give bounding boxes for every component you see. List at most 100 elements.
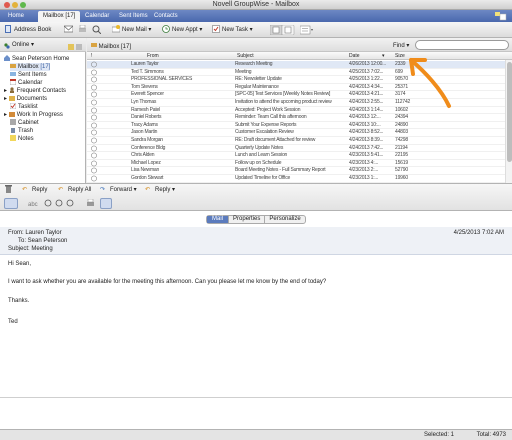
table-row[interactable]: Tracy Adams Submit Your Expense Reports 4/… <box>87 122 505 130</box>
row-size: 24394 <box>395 114 408 121</box>
forward-button[interactable]: ↷ Forward ▾ <box>100 185 137 195</box>
zoom-tools-icon[interactable]: abc <box>28 199 76 209</box>
row-date: 4/24/2013 4:34... <box>349 83 384 90</box>
tab-calendar[interactable]: Calendar <box>80 11 114 22</box>
table-row[interactable]: Jason Martin Customer Escalation Review 4/… <box>87 129 505 137</box>
main-toolbar: Address Book New Mail ▾ New Appt ▾ New T… <box>0 22 512 38</box>
column-header-size[interactable]: Size <box>395 52 405 60</box>
row-size: 74298 <box>395 137 408 143</box>
search-icon[interactable] <box>92 25 102 35</box>
sidebar-item-frequent-contacts[interactable]: ▸ Frequent Contacts <box>4 87 66 95</box>
view-toggle-icon[interactable] <box>269 24 296 36</box>
reply-all-button[interactable]: ↶ Reply All <box>58 185 91 195</box>
sidebar-item-notes[interactable]: Notes <box>10 135 34 143</box>
row-from: Ted T. Simmons <box>131 68 164 75</box>
table-row[interactable]: Daniel Roberts Reminder: Team Call this a… <box>87 114 505 122</box>
row-from: Jason Martin <box>131 129 158 136</box>
row-size: 15619 <box>395 159 408 166</box>
row-from: Tracy Adams <box>131 121 158 128</box>
sort-arrow-icon[interactable]: ▾ <box>382 52 385 60</box>
delete-icon[interactable] <box>4 185 14 195</box>
print-icon[interactable] <box>78 24 87 35</box>
row-date: 4/23/2013 5:41... <box>349 152 384 159</box>
row-from: Ramesh Patel <box>131 106 161 113</box>
online-status[interactable]: Online ▾ <box>0 38 86 52</box>
window-title: Novell GroupWise - Mailbox <box>212 1 300 8</box>
sidebar-item-work-in-progress[interactable]: ▸ Work In Progress <box>4 111 63 119</box>
close-window-button[interactable] <box>4 2 10 8</box>
reply-button[interactable]: ↶ Reply <box>22 185 47 195</box>
find-input[interactable] <box>415 40 509 50</box>
reply-icon: ↶ <box>22 187 28 194</box>
mail-icon[interactable] <box>63 25 74 35</box>
table-row[interactable]: Michael Lopez Follow up on Schedule 4/23/2… <box>87 160 505 168</box>
column-header-status[interactable]: ! <box>91 52 92 60</box>
row-date: 4/24/2013 8:39... <box>349 137 384 143</box>
minimize-window-button[interactable] <box>12 2 18 8</box>
row-size: 44803 <box>395 129 408 136</box>
tab-menu-icon[interactable] <box>494 11 508 21</box>
tab-mailbox[interactable]: Mailbox [17] <box>38 11 81 22</box>
column-header-from[interactable]: From <box>147 52 159 60</box>
tab-properties[interactable]: Properties <box>228 216 264 223</box>
row-size: 19960 <box>395 175 408 181</box>
table-row[interactable]: Sandra Morgan RE: Draft document Attached… <box>87 137 505 145</box>
preview-toggle-icon[interactable] <box>4 198 18 209</box>
breadcrumb[interactable]: Mailbox [17] <box>91 42 131 50</box>
address-book-button[interactable]: Address Book <box>4 25 51 35</box>
table-row[interactable]: Chris Alden Lunch and Learn Session 4/23/2… <box>87 152 505 160</box>
sidebar-item-calendar[interactable]: Calendar <box>9 79 42 87</box>
message-body-line: Ted <box>8 319 18 325</box>
reply-dropdown-button[interactable]: ↶ Reply ▾ <box>145 185 175 195</box>
sent-icon <box>10 71 16 77</box>
main-tab-bar: Home Mailbox [17] Calendar Sent Items Co… <box>0 10 512 22</box>
tab-sent-items[interactable]: Sent Items <box>114 11 153 22</box>
row-subject: Invitation to attend the upcoming produc… <box>235 99 332 105</box>
table-row[interactable]: Conference Bldg Quarterly Update Notes 4/2… <box>87 145 505 153</box>
new-appt-button[interactable]: New Appt ▾ <box>162 25 202 35</box>
tab-home[interactable]: Home <box>3 11 29 22</box>
layout-toggle-icon[interactable] <box>100 198 112 209</box>
mail-list-scrollbar[interactable] <box>505 60 512 183</box>
new-mail-button[interactable]: New Mail ▾ <box>111 25 151 35</box>
new-task-icon <box>212 25 220 34</box>
row-date: 4/24/2013 2:55... <box>349 99 384 105</box>
row-subject: Quarterly Update Notes <box>235 144 284 151</box>
sidebar-item-mailbox[interactable]: Mailbox [17] <box>10 63 51 71</box>
table-row[interactable]: Gordon Stewart Updated Timeline for Offic… <box>87 175 505 183</box>
forward-icon: ↷ <box>100 187 106 194</box>
zoom-window-button[interactable] <box>20 2 26 8</box>
row-date: 4/24/2013 1:14... <box>349 106 384 113</box>
column-header-subject[interactable]: Subject <box>237 52 254 60</box>
row-subject: Board Meeting Notes - Full Summary Repor… <box>235 167 326 174</box>
row-subject: Follow up on Schedule <box>235 159 282 166</box>
print-icon[interactable] <box>86 198 95 209</box>
tab-contacts[interactable]: Contacts <box>149 11 183 22</box>
folder-options-icon[interactable] <box>68 42 82 56</box>
row-from: Lauren Taylor <box>131 61 159 67</box>
list-view-icon[interactable] <box>299 25 314 35</box>
title-bar: Novell GroupWise - Mailbox <box>0 0 512 10</box>
sidebar-item-tasklist[interactable]: Tasklist <box>9 103 38 111</box>
row-from: Lisa Newman <box>131 167 160 174</box>
column-header-date[interactable]: Date <box>349 52 360 60</box>
row-size: 52790 <box>395 167 408 174</box>
tab-mail[interactable]: Mail <box>207 216 229 223</box>
documents-icon <box>8 95 15 102</box>
tasklist-icon <box>9 103 17 110</box>
new-task-button[interactable]: New Task ▾ <box>212 25 253 35</box>
sidebar-item-home[interactable]: Sean Peterson Home <box>4 55 69 63</box>
scrollbar-thumb[interactable] <box>507 62 512 162</box>
sidebar-item-cabinet[interactable]: Cabinet <box>10 119 39 127</box>
calendar-icon <box>9 79 17 86</box>
sidebar-item-sent-items[interactable]: Sent Items <box>10 71 47 79</box>
message-body-line: I want to ask whether you are available … <box>8 279 327 285</box>
sidebar-item-documents[interactable]: ▸ Documents <box>4 95 47 103</box>
reply-all-icon: ↶ <box>58 187 64 194</box>
message-reader: Mail Properties Personalize From: Lauren T… <box>0 211 512 429</box>
contacts-icon <box>9 87 15 94</box>
table-row[interactable]: Lisa Newman Board Meeting Notes - Full Su… <box>87 167 505 175</box>
tab-personalize[interactable]: Personalize <box>264 216 304 223</box>
sidebar-item-trash[interactable]: Trash <box>10 127 33 135</box>
row-subject: Meeting <box>235 68 252 75</box>
